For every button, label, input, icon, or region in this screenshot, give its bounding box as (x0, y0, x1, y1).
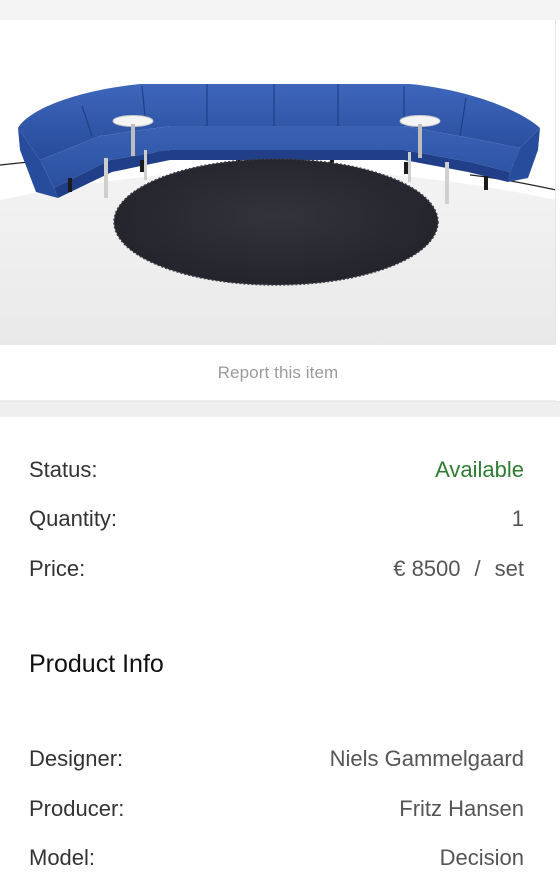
producer-label: Producer: (29, 795, 125, 821)
product-image[interactable] (0, 20, 556, 345)
item-details: Status: Available Quantity: 1 Price: € 8… (0, 445, 560, 883)
quantity-row: Quantity: 1 (29, 495, 524, 545)
quantity-label: Quantity: (29, 506, 118, 532)
price-row: Price: € 8500 / set (29, 544, 524, 594)
model-value: Decision (439, 845, 524, 871)
report-row: Report this item (0, 345, 556, 401)
top-spacer (0, 0, 560, 20)
designer-label: Designer: (29, 746, 124, 772)
price-label: Price: (29, 555, 86, 581)
price-amount: € 8500 (393, 555, 461, 581)
status-value: Available (435, 456, 524, 482)
price-value: € 8500 / set (393, 556, 524, 582)
producer-value: Fritz Hansen (399, 795, 524, 821)
price-separator: / (474, 555, 481, 581)
designer-value: Niels Gammelgaard (329, 746, 524, 772)
product-info-list: Designer: Niels Gammelgaard Producer: Fr… (29, 735, 524, 883)
report-item-link[interactable]: Report this item (218, 363, 339, 383)
status-label: Status: (29, 456, 98, 482)
status-row: Status: Available (29, 445, 524, 495)
section-divider (0, 401, 560, 417)
quantity-value: 1 (511, 506, 524, 532)
sofa-illustration (0, 20, 555, 345)
round-rug (114, 159, 438, 285)
product-info-title: Product Info (29, 649, 164, 678)
designer-row: Designer: Niels Gammelgaard (29, 735, 524, 785)
model-row: Model: Decision (29, 834, 524, 883)
producer-row: Producer: Fritz Hansen (29, 784, 524, 834)
price-unit: set (494, 555, 524, 581)
model-label: Model: (29, 845, 96, 871)
